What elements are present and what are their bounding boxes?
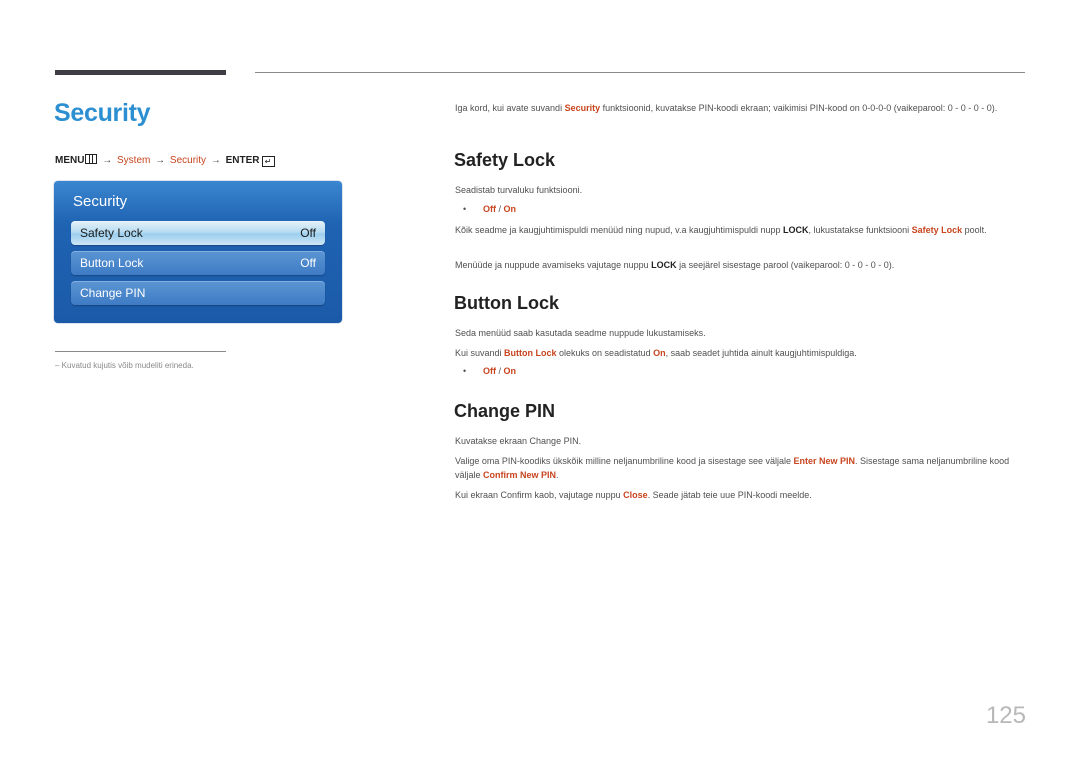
- text: Menüüde ja nuppude avamiseks vajutage nu…: [455, 260, 652, 270]
- button-lock-options: • Off / On: [463, 366, 516, 376]
- arrow-icon: →: [210, 155, 221, 166]
- highlight-safety-lock: Safety Lock: [911, 225, 963, 235]
- bold-lock: LOCK: [651, 260, 677, 270]
- header-bar-thick: [55, 70, 226, 75]
- osd-item-button-lock[interactable]: Button Lock Off: [71, 251, 325, 275]
- menu-path-system: System: [117, 155, 151, 166]
- osd-item-label: Change PIN: [80, 286, 146, 300]
- highlight-security: Security: [564, 103, 601, 113]
- page-title: Security: [54, 99, 151, 127]
- text: Kui suvandi: [455, 348, 505, 358]
- osd-item-label: Safety Lock: [80, 226, 143, 240]
- osd-item-value: Off: [300, 256, 316, 270]
- osd-item-value: Off: [300, 226, 316, 240]
- text: , saab seadet juhtida ainult kaugjuhtimi…: [665, 348, 857, 358]
- change-pin-p2: Kui ekraan Confirm kaob, vajutage nuppu …: [455, 488, 1030, 502]
- bullet-icon: •: [463, 366, 467, 376]
- change-pin-p1: Valige oma PIN-koodiks ükskõik milline n…: [455, 454, 1030, 482]
- button-lock-desc: Seda menüüd saab kasutada seadme nuppude…: [455, 328, 706, 338]
- osd-title: Security: [73, 193, 128, 210]
- osd-security-menu: Security Safety Lock Off Button Lock Off…: [54, 181, 342, 323]
- bold-lock: LOCK: [783, 225, 809, 235]
- highlight-close: Close: [623, 490, 648, 500]
- osd-item-change-pin[interactable]: Change PIN: [71, 281, 325, 305]
- option-sep: /: [496, 204, 504, 214]
- option-sep: /: [496, 366, 504, 376]
- menu-path: MENU → System → Security → ENTER ↵: [55, 154, 275, 167]
- text: ja seejärel sisestage parool (vaikeparoo…: [676, 260, 895, 270]
- osd-item-safety-lock[interactable]: Safety Lock Off: [71, 221, 325, 245]
- text: , lukustatakse funktsiooni: [808, 225, 912, 235]
- highlight-confirm-new-pin: Confirm New PIN: [483, 470, 557, 480]
- button-lock-p1: Kui suvandi Button Lock olekuks on seadi…: [455, 346, 1030, 360]
- enter-label: ENTER: [225, 155, 260, 166]
- change-pin-desc: Kuvatakse ekraan Change PIN.: [455, 436, 582, 446]
- menu-label: MENU: [55, 155, 85, 166]
- text: funktsioonid, kuvatakse PIN-koodi ekraan…: [600, 103, 998, 113]
- text: .: [556, 470, 559, 480]
- option-on: On: [503, 204, 517, 214]
- option-off: Off: [483, 366, 496, 376]
- safety-lock-p2: Menüüde ja nuppude avamiseks vajutage nu…: [455, 258, 1030, 272]
- highlight-button-lock: Button Lock: [504, 348, 557, 358]
- text: olekuks on seadistatud: [556, 348, 654, 358]
- menu-icon: [85, 154, 98, 164]
- heading-safety-lock: Safety Lock: [454, 150, 556, 170]
- header-rule: [255, 72, 1025, 73]
- highlight-enter-new-pin: Enter New PIN: [793, 456, 856, 466]
- page-number: 125: [985, 702, 1026, 729]
- arrow-icon: →: [155, 155, 166, 166]
- heading-change-pin: Change PIN: [454, 401, 556, 421]
- arrow-icon: →: [102, 155, 113, 166]
- osd-item-label: Button Lock: [80, 256, 144, 270]
- heading-button-lock: Button Lock: [454, 293, 559, 313]
- safety-lock-options: • Off / On: [463, 204, 516, 214]
- footnote-rule: [55, 351, 226, 352]
- text: . Seade jätab teie uue PIN-koodi meelde.: [647, 490, 812, 500]
- footnote: – Kuvatud kujutis võib mudeliti erineda.: [55, 361, 194, 370]
- safety-lock-desc: Seadistab turvaluku funktsiooni.: [455, 185, 583, 195]
- enter-icon: ↵: [261, 156, 275, 167]
- bullet-icon: •: [463, 204, 467, 214]
- text: Valige oma PIN-koodiks ükskõik milline n…: [455, 456, 794, 466]
- option-on: On: [503, 366, 517, 376]
- highlight-on: On: [653, 348, 666, 358]
- safety-lock-p1: Kõik seadme ja kaugjuhtimispuldi menüüd …: [455, 223, 1030, 237]
- intro-paragraph: Iga kord, kui avate suvandi Security fun…: [455, 101, 1030, 115]
- menu-path-security: Security: [169, 155, 207, 166]
- option-off: Off: [483, 204, 496, 214]
- text: Iga kord, kui avate suvandi: [455, 103, 565, 113]
- text: Kõik seadme ja kaugjuhtimispuldi menüüd …: [455, 225, 784, 235]
- text: Kui ekraan Confirm kaob, vajutage nuppu: [455, 490, 624, 500]
- text: poolt.: [962, 225, 987, 235]
